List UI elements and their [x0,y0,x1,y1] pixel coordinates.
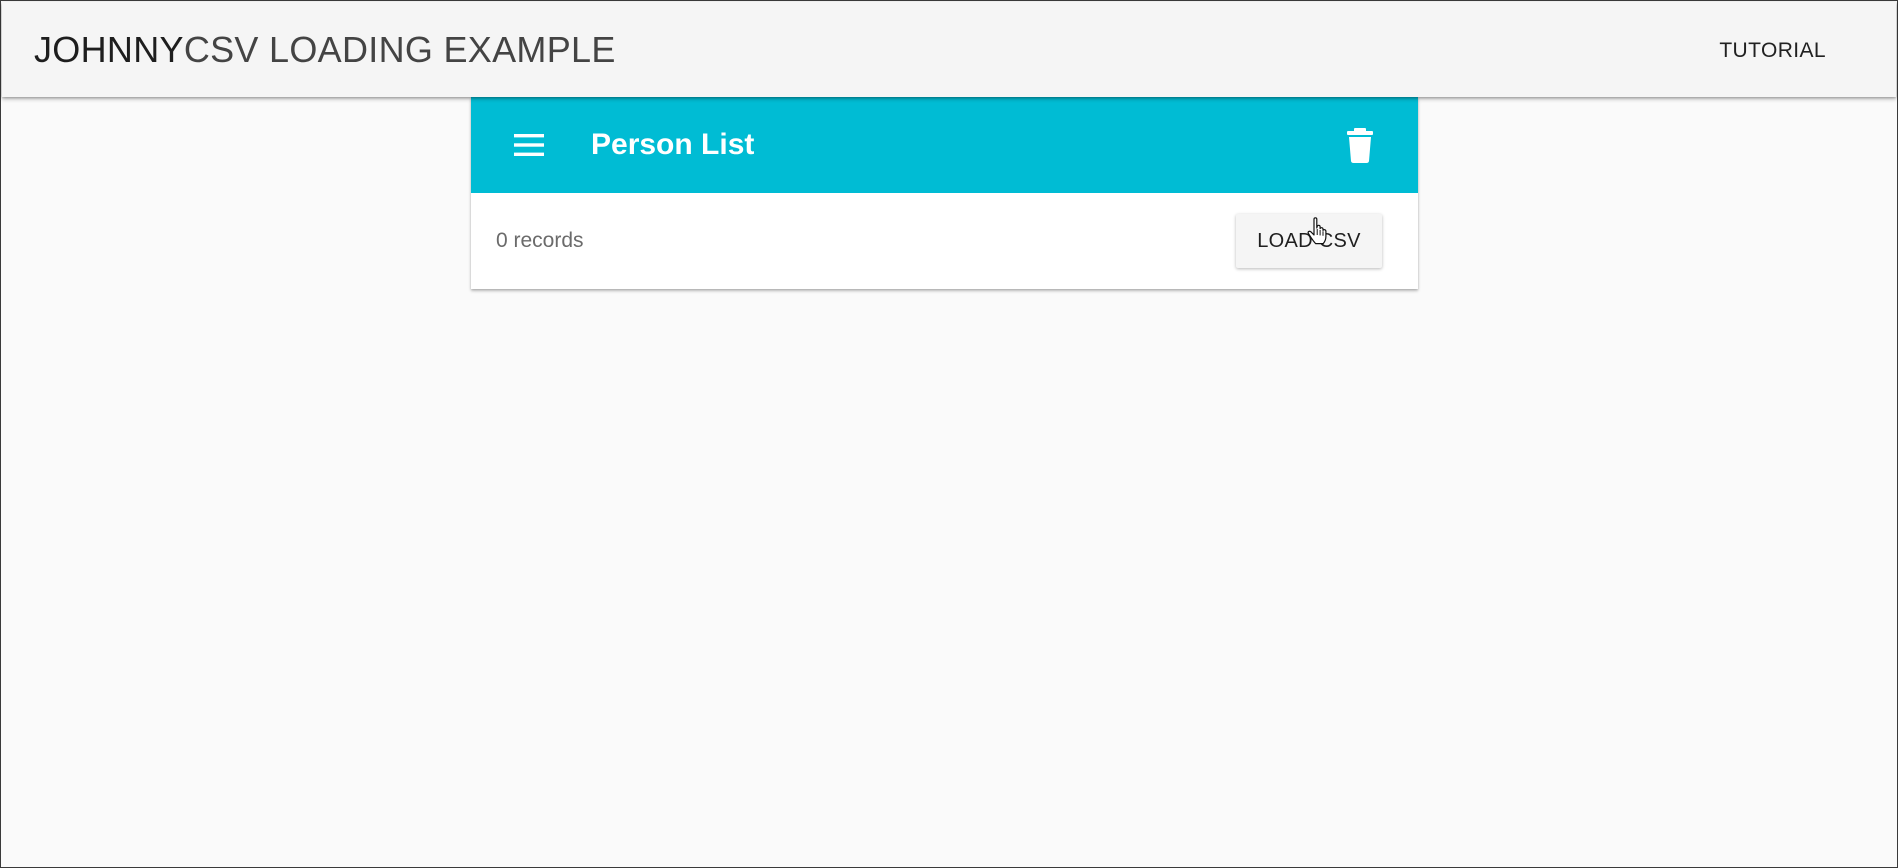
app-title-strong: JOHNNY [34,29,184,70]
trash-icon [1347,128,1373,163]
card-title: Person List [591,128,755,161]
records-count: 0 records [496,229,584,252]
app-title: JOHNNYCSV LOADING EXAMPLE [34,28,616,72]
delete-button[interactable] [1342,125,1378,165]
tutorial-link[interactable]: TUTORIAL [1719,38,1826,64]
app-bar: JOHNNYCSV LOADING EXAMPLE TUTORIAL [2,2,1896,97]
card-toolbar: Person List [471,97,1418,193]
person-list-card: Person List 0 records LOAD CSV [471,97,1418,289]
menu-button[interactable] [511,127,547,163]
app-window: JOHNNYCSV LOADING EXAMPLE TUTORIAL Perso… [0,0,1898,868]
load-csv-button[interactable]: LOAD CSV [1236,214,1382,268]
app-title-light: CSV LOADING EXAMPLE [183,29,616,70]
menu-icon [514,134,544,156]
